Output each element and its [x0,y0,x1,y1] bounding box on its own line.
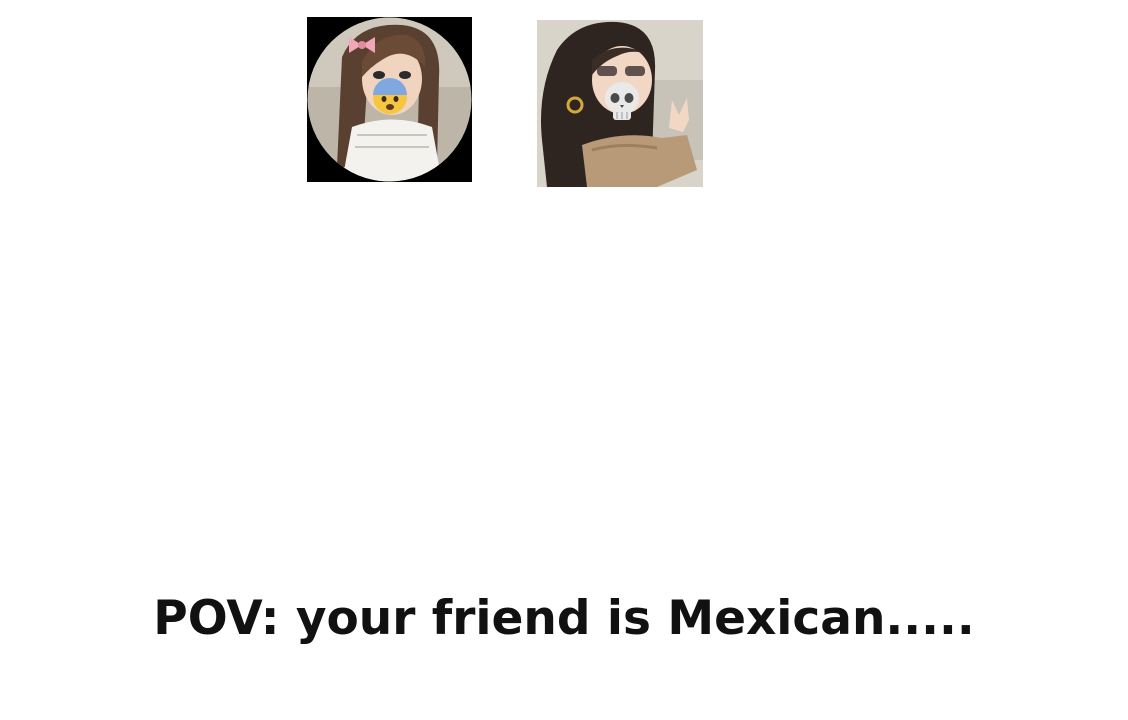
right-avatar [537,20,703,187]
right-avatar-image [537,20,703,187]
caption-text: POV: your friend is Mexican..... [153,591,975,646]
left-avatar-image [307,17,472,182]
left-avatar [307,17,472,182]
fearful-face-icon [373,78,407,114]
